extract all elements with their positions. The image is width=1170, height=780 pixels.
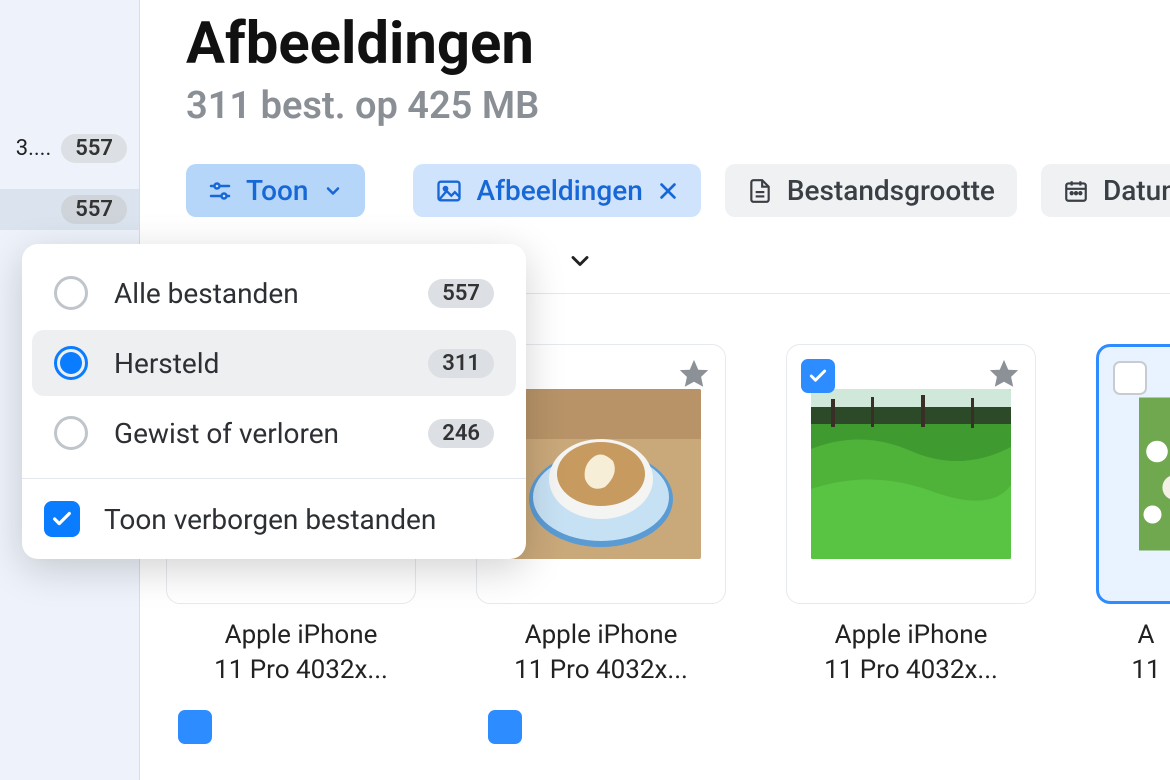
- chip-label: Datum: [1103, 174, 1170, 207]
- checkbox-icon: [44, 501, 80, 537]
- show-hidden-label: Toon verborgen bestanden: [104, 503, 436, 536]
- filter-chip-bestandsgrootte[interactable]: Bestandsgrootte: [725, 164, 1017, 217]
- dropdown-item-count: 557: [428, 279, 494, 308]
- radio-icon: [54, 346, 88, 380]
- thumbnail-image: [1139, 389, 1170, 559]
- sliders-icon: [208, 179, 232, 203]
- sidebar-item-label: 3....: [16, 136, 52, 161]
- card-caption: Apple iPhone 11 Pro 4032x...: [186, 618, 416, 688]
- chevron-down-icon: [323, 181, 343, 201]
- thumbnail-image: [811, 389, 1011, 559]
- toon-label: Toon: [246, 174, 309, 207]
- filter-chip-datum[interactable]: Datum: [1041, 164, 1170, 217]
- toon-dropdown-button[interactable]: Toon: [186, 164, 365, 217]
- dropdown-item-count: 311: [428, 349, 494, 378]
- gallery-card[interactable]: Apple iPhone 11 Pro 4032x...: [786, 344, 1036, 688]
- radio-icon: [54, 416, 88, 450]
- toon-dropdown-menu: Alle bestanden 557 Hersteld 311 Gewist o…: [22, 244, 526, 559]
- thumbnail-image: [501, 389, 701, 559]
- file-icon: [747, 178, 773, 204]
- card-caption: Apple iPhone 11 Pro 4032x...: [476, 618, 726, 688]
- sidebar-item-count: 557: [61, 134, 127, 163]
- filter-chip-afbeeldingen[interactable]: Afbeeldingen: [413, 164, 701, 217]
- close-icon[interactable]: [657, 180, 679, 202]
- card-checkbox[interactable]: [178, 710, 212, 744]
- row-peek: [186, 710, 1170, 744]
- sidebar-item-1[interactable]: 557: [0, 189, 139, 230]
- card-caption: Apple iPhone 11 Pro 4032x...: [786, 618, 1036, 688]
- dropdown-item-label: Alle bestanden: [114, 277, 299, 310]
- dropdown-item-gewist[interactable]: Gewist of verloren 246: [32, 400, 516, 466]
- dropdown-item-label: Gewist of verloren: [114, 417, 339, 450]
- star-icon[interactable]: [987, 357, 1021, 391]
- dropdown-item-label: Hersteld: [114, 347, 219, 380]
- chip-label: Bestandsgrootte: [787, 174, 995, 207]
- chip-label: Afbeeldingen: [477, 174, 643, 207]
- page-subtitle: 311 best. op 425 MB: [186, 84, 1170, 128]
- divider: [22, 478, 526, 479]
- card-checkbox[interactable]: [488, 710, 522, 744]
- card-caption: A 11: [1096, 618, 1170, 688]
- card-checkbox[interactable]: [801, 359, 835, 393]
- image-icon: [435, 177, 463, 205]
- gallery-card[interactable]: A 11: [1096, 344, 1170, 688]
- calendar-icon: [1063, 178, 1089, 204]
- sidebar-item-count: 557: [61, 195, 127, 224]
- show-hidden-toggle[interactable]: Toon verborgen bestanden: [22, 483, 526, 547]
- chevron-down-icon[interactable]: [566, 247, 594, 275]
- page-title: Afbeeldingen: [186, 10, 1170, 78]
- dropdown-item-hersteld[interactable]: Hersteld 311: [32, 330, 516, 396]
- dropdown-item-alle[interactable]: Alle bestanden 557: [32, 260, 516, 326]
- card-checkbox[interactable]: [1113, 361, 1147, 395]
- sidebar-item-0[interactable]: 3.... 557: [0, 128, 139, 169]
- dropdown-item-count: 246: [428, 419, 494, 448]
- radio-icon: [54, 276, 88, 310]
- star-icon[interactable]: [677, 357, 711, 391]
- filter-bar: Toon Afbeeldingen Bestandsgrootte: [186, 164, 1170, 217]
